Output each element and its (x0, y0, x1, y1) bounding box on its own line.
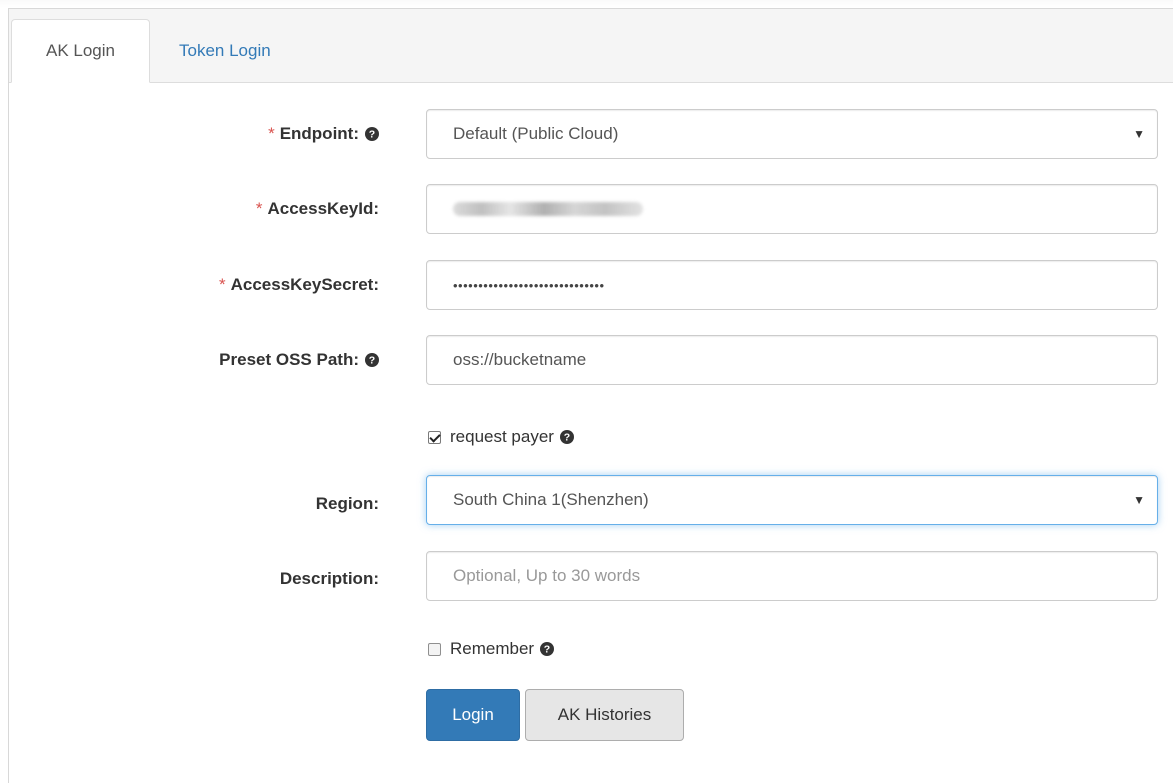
login-button-label: Login (452, 705, 494, 724)
login-tabs: AK Login Token Login (9, 9, 1173, 83)
request-payer-label: request payer (450, 427, 554, 446)
preset-oss-path-label: Preset OSS Path: ? (219, 348, 379, 372)
endpoint-label-text: Endpoint: (279, 124, 359, 143)
question-circle-icon[interactable]: ? (365, 353, 379, 367)
region-select[interactable]: South China 1(Shenzhen) ▼ (426, 475, 1158, 525)
access-key-secret-label-text: AccessKeySecret: (230, 275, 379, 294)
request-payer-checkbox[interactable] (428, 430, 441, 444)
endpoint-select-value: Default (Public Cloud) (453, 124, 619, 143)
question-circle-icon[interactable]: ? (559, 430, 574, 444)
description-label-text: Description: (279, 569, 379, 588)
window-top-edge (0, 0, 1173, 8)
description-placeholder: Optional, Up to 30 words (453, 566, 641, 585)
svg-text:?: ? (369, 355, 375, 367)
access-key-id-label-text: AccessKeyId: (267, 199, 379, 218)
endpoint-label: * Endpoint: ? (268, 122, 379, 146)
access-key-secret-value: •••••••••••••••••••••••••••••• (453, 277, 605, 293)
remember-checkbox[interactable] (428, 642, 441, 656)
access-key-id-input[interactable] (426, 184, 1158, 234)
access-key-id-label: * AccessKeyId: (256, 197, 379, 221)
login-panel: AK Login Token Login * Endpoint: ? Defau… (8, 8, 1173, 783)
tab-ak-login[interactable]: AK Login (11, 19, 150, 83)
region-select-value: South China 1(Shenzhen) (453, 490, 649, 509)
required-marker: * (255, 199, 263, 218)
region-label: Region: (316, 492, 379, 516)
remember-label: Remember (450, 639, 535, 658)
request-payer-row: request payer ? (428, 427, 574, 447)
access-key-secret-input[interactable]: •••••••••••••••••••••••••••••• (426, 260, 1158, 310)
description-input[interactable]: Optional, Up to 30 words (426, 551, 1158, 601)
svg-text:?: ? (544, 644, 550, 656)
question-circle-icon[interactable]: ? (365, 127, 379, 141)
question-circle-icon[interactable]: ? (540, 642, 555, 656)
caret-down-icon: ▼ (1133, 493, 1145, 507)
tab-token-login[interactable]: Token Login (167, 19, 307, 83)
svg-text:?: ? (564, 432, 570, 444)
description-label: Description: (280, 567, 379, 591)
caret-down-icon: ▼ (1133, 127, 1145, 141)
access-key-secret-label: * AccessKeySecret: (219, 273, 379, 297)
preset-oss-path-input[interactable]: oss://bucketname (426, 335, 1158, 385)
endpoint-select[interactable]: Default (Public Cloud) ▼ (426, 109, 1158, 159)
preset-oss-path-value: oss://bucketname (453, 350, 587, 369)
ak-histories-button[interactable]: AK Histories (525, 689, 684, 741)
svg-text:?: ? (369, 129, 375, 141)
remember-row: Remember ? (428, 639, 555, 659)
ak-histories-button-label: AK Histories (557, 705, 652, 724)
preset-oss-path-label-text: Preset OSS Path: (219, 350, 359, 369)
required-marker: * (218, 275, 226, 294)
tab-token-login-label: Token Login (179, 41, 271, 60)
login-button[interactable]: Login (426, 689, 520, 741)
region-label-text: Region: (315, 494, 379, 513)
required-marker: * (268, 124, 275, 143)
obscured-access-key-id (453, 202, 643, 216)
tab-ak-login-label: AK Login (46, 41, 115, 60)
